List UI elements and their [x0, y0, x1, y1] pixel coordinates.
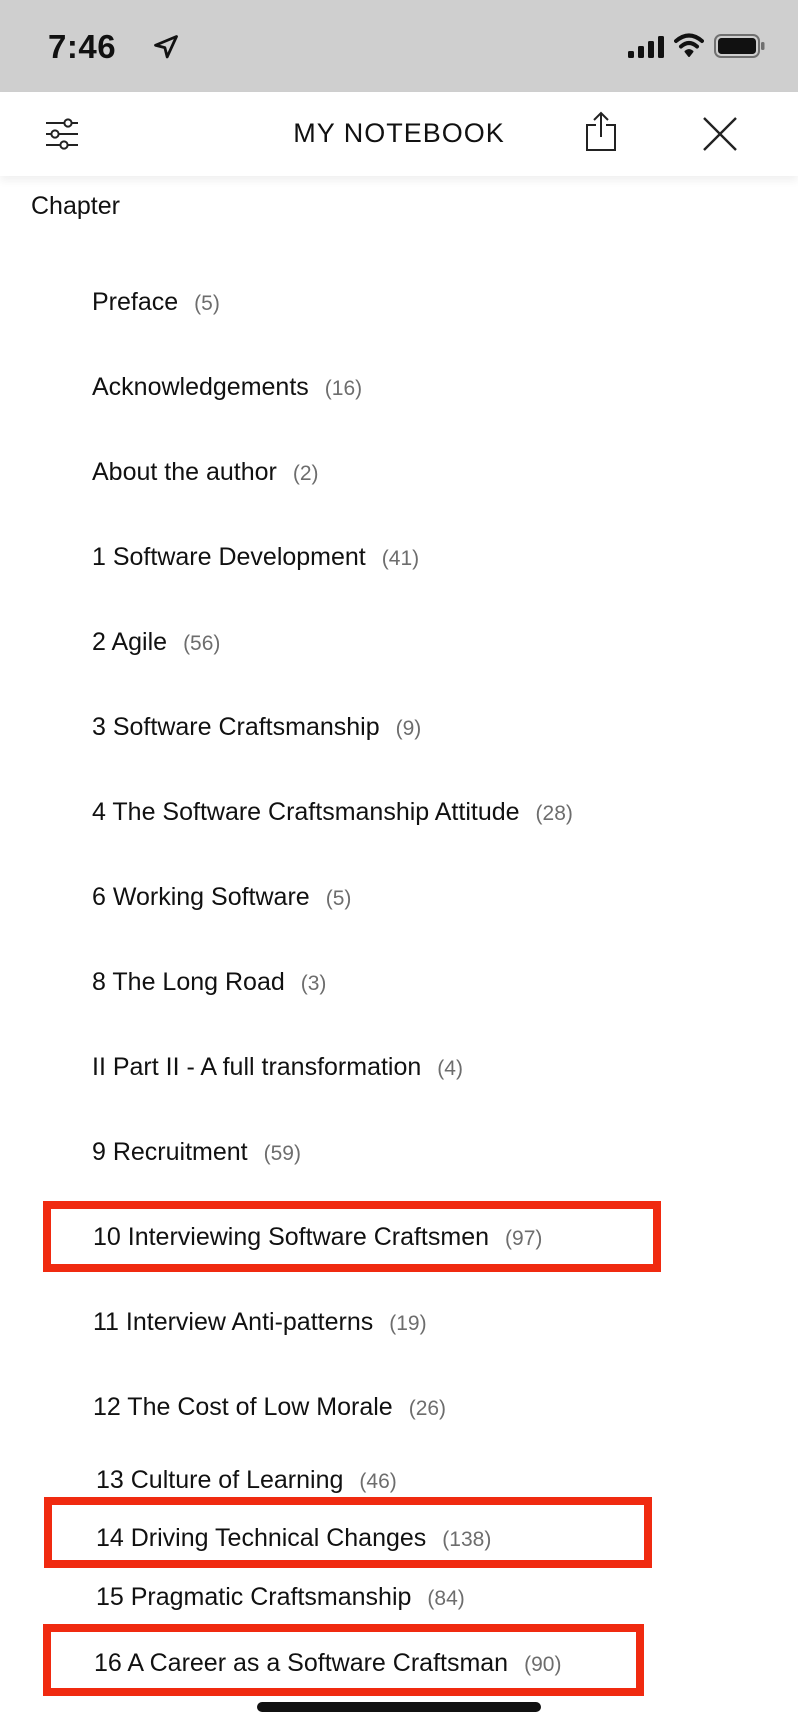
- chapter-title: 16 A Career as a Software Craftsman: [94, 1649, 509, 1677]
- highlight-count: (19): [389, 1312, 427, 1335]
- chapter-item[interactable]: 12 The Cost of Low Morale (26): [93, 1393, 446, 1422]
- highlight-count: (26): [408, 1397, 447, 1420]
- chapter-item[interactable]: Preface (5): [92, 288, 220, 317]
- chapter-item[interactable]: 2 Agile (56): [92, 628, 220, 657]
- chapter-item[interactable]: 16 A Career as a Software Craftsman (90): [94, 1649, 561, 1678]
- highlight-count: (90): [524, 1653, 562, 1676]
- chapter-title: Acknowledgements: [92, 373, 309, 401]
- chapter-title: 14 Driving Technical Changes: [96, 1524, 427, 1552]
- highlight-count: (97): [505, 1227, 543, 1250]
- chapter-item[interactable]: II Part II - A full transformation (4): [92, 1053, 463, 1082]
- highlight-count: (3): [300, 972, 327, 995]
- highlight-count: (2): [292, 462, 319, 485]
- chapter-title: 4 The Software Craftsmanship Attitude: [92, 798, 520, 826]
- highlight-count: (9): [395, 717, 422, 740]
- chapter-item[interactable]: 8 The Long Road (3): [92, 968, 326, 997]
- chapter-item[interactable]: 14 Driving Technical Changes (138): [96, 1524, 491, 1553]
- home-indicator[interactable]: [257, 1702, 541, 1712]
- chapter-item[interactable]: 15 Pragmatic Craftsmanship (84): [96, 1583, 465, 1612]
- chapter-item[interactable]: About the author (2): [92, 458, 319, 487]
- highlight-count: (41): [381, 547, 420, 570]
- chapter-title: 15 Pragmatic Craftsmanship: [96, 1583, 412, 1611]
- highlight-count: (46): [359, 1470, 397, 1493]
- highlight-count: (5): [325, 887, 352, 910]
- chapter-title: 6 Working Software: [92, 883, 310, 911]
- chapter-title: 10 Interviewing Software Craftsmen: [93, 1223, 490, 1251]
- chapter-title: Preface: [92, 288, 179, 316]
- chapter-title: 1 Software Development: [92, 543, 366, 571]
- chapter-item[interactable]: 10 Interviewing Software Craftsmen (97): [93, 1223, 542, 1252]
- chapter-title: 11 Interview Anti-patterns: [93, 1308, 374, 1336]
- chapter-title: 12 The Cost of Low Morale: [93, 1393, 393, 1421]
- chapter-item[interactable]: 1 Software Development (41): [92, 543, 419, 572]
- highlight-count: (56): [183, 632, 221, 655]
- chapter-list: Preface (5) Acknowledgements (16) About the …: [0, 0, 798, 1728]
- highlight-count: (16): [324, 377, 363, 400]
- chapter-item[interactable]: Acknowledgements (16): [92, 373, 362, 402]
- highlight-count: (28): [535, 802, 573, 825]
- chapter-title: 8 The Long Road: [92, 968, 285, 996]
- chapter-item[interactable]: 6 Working Software (5): [92, 883, 351, 912]
- chapter-title: 13 Culture of Learning: [96, 1466, 344, 1494]
- chapter-title: 3 Software Craftsmanship: [92, 713, 380, 741]
- chapter-item[interactable]: 13 Culture of Learning (46): [96, 1466, 397, 1495]
- highlight-count: (59): [263, 1142, 301, 1165]
- chapter-item[interactable]: 11 Interview Anti-patterns (19): [93, 1308, 427, 1337]
- highlight-count: (84): [427, 1587, 465, 1610]
- chapter-item[interactable]: 3 Software Craftsmanship (9): [92, 713, 421, 742]
- chapter-title: About the author: [92, 458, 277, 486]
- highlight-count: (5): [194, 292, 220, 315]
- chapter-title: 9 Recruitment: [92, 1138, 248, 1166]
- highlight-count: (138): [442, 1528, 492, 1551]
- chapter-item[interactable]: 4 The Software Craftsmanship Attitude (28…: [92, 798, 573, 827]
- chapter-item[interactable]: 9 Recruitment (59): [92, 1138, 301, 1167]
- highlight-count: (4): [437, 1057, 463, 1080]
- chapter-title: II Part II - A full transformation: [92, 1053, 422, 1081]
- chapter-title: 2 Agile: [92, 628, 168, 656]
